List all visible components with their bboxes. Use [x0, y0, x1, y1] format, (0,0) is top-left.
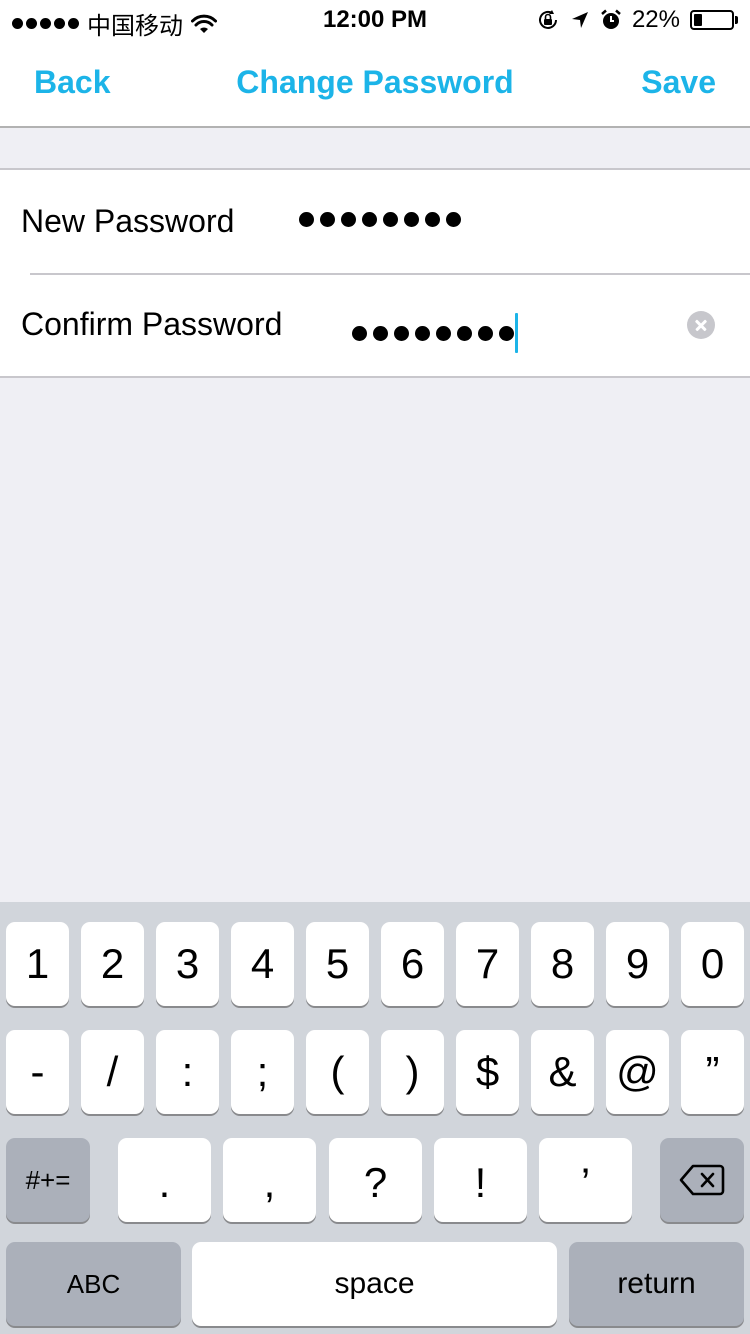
key-label: 0	[700, 940, 725, 987]
password-dot	[383, 212, 398, 227]
key-label: /	[106, 1048, 119, 1095]
key[interactable]: 2	[81, 922, 144, 1006]
key-label: 3	[175, 940, 200, 987]
key[interactable]: ’	[539, 1138, 632, 1222]
abc-key[interactable]: ABC	[6, 1242, 181, 1326]
key-label: $	[475, 1048, 500, 1095]
battery-percent: 22%	[631, 6, 680, 33]
key-label: 5	[325, 940, 350, 987]
password-dot	[415, 325, 430, 341]
password-form: New Password Confirm Password	[0, 168, 750, 378]
key[interactable]: ?	[329, 1138, 422, 1222]
symbols-toggle-key[interactable]: #+=	[6, 1138, 90, 1222]
password-dot	[446, 212, 461, 227]
new-password-row[interactable]: New Password	[0, 170, 750, 273]
password-dot	[404, 212, 419, 227]
confirm-password-row[interactable]: Confirm Password	[0, 273, 750, 376]
password-dot	[394, 325, 409, 341]
key[interactable]: .	[118, 1138, 211, 1222]
password-dot	[373, 325, 388, 341]
key[interactable]: ;	[231, 1030, 294, 1114]
location-arrow-icon	[571, 12, 588, 28]
key-label: )	[405, 1048, 420, 1095]
key[interactable]: ”	[681, 1030, 744, 1114]
password-dot	[320, 212, 335, 227]
key-label: 2	[100, 940, 125, 987]
password-dot	[478, 325, 493, 341]
confirm-password-field[interactable]	[352, 313, 518, 353]
key-label: !	[474, 1159, 487, 1206]
key-label: ,	[263, 1159, 276, 1206]
key[interactable]: /	[81, 1030, 144, 1114]
clear-text-icon[interactable]	[687, 311, 715, 339]
key[interactable]: &	[531, 1030, 594, 1114]
key-label: -	[30, 1048, 45, 1095]
keyboard: 1 2 3 4 5 6 7 8 9 0 - /:; () $ & @ ” #+= .,?! ’ ABC spac…	[0, 902, 750, 1334]
key-label: 7	[475, 940, 500, 987]
backspace-icon	[679, 1164, 725, 1196]
key[interactable]: -	[6, 1030, 69, 1114]
orientation-lock-icon	[538, 10, 557, 29]
key-label: &	[548, 1048, 577, 1095]
key-label: (	[330, 1048, 345, 1095]
status-bar: 中国移动 12:00 PM 22%	[0, 0, 750, 40]
password-dot	[425, 212, 440, 227]
key[interactable]: 8	[531, 922, 594, 1006]
key[interactable]: 4	[231, 922, 294, 1006]
page-title: Change Password	[236, 64, 514, 100]
key[interactable]: )	[381, 1030, 444, 1114]
return-key[interactable]: return	[569, 1242, 744, 1326]
battery-icon	[690, 10, 738, 30]
password-dot	[499, 325, 514, 341]
key-label: 6	[400, 940, 425, 987]
key[interactable]: $	[456, 1030, 519, 1114]
space-label: space	[334, 1267, 415, 1300]
navigation-bar: Back Change Password Save	[0, 40, 750, 128]
key[interactable]: :	[156, 1030, 219, 1114]
delete-key[interactable]	[660, 1138, 744, 1222]
password-dot	[436, 325, 451, 341]
key[interactable]: (	[306, 1030, 369, 1114]
key[interactable]: 7	[456, 922, 519, 1006]
save-button[interactable]: Save	[641, 64, 716, 101]
key[interactable]: 0	[681, 922, 744, 1006]
key-label: ?	[363, 1159, 388, 1206]
key[interactable]: 3	[156, 922, 219, 1006]
key[interactable]: @	[606, 1030, 669, 1114]
key-label: 8	[550, 940, 575, 987]
alarm-icon	[601, 9, 621, 29]
abc-label: ABC	[66, 1268, 121, 1299]
password-dot	[299, 212, 314, 227]
key[interactable]: 6	[381, 922, 444, 1006]
space-key[interactable]: space	[192, 1242, 557, 1326]
return-label: return	[617, 1267, 696, 1300]
key-label: ’	[580, 1159, 591, 1206]
key-label: :	[181, 1048, 194, 1095]
key-label: ;	[256, 1048, 269, 1095]
key-label: ”	[705, 1048, 720, 1095]
key-label: @	[616, 1048, 659, 1095]
key[interactable]: !	[434, 1138, 527, 1222]
new-password-label: New Password	[21, 203, 235, 239]
password-dot	[341, 212, 356, 227]
password-dot	[362, 212, 377, 227]
key[interactable]: 1	[6, 922, 69, 1006]
key[interactable]: 9	[606, 922, 669, 1006]
key[interactable]: 5	[306, 922, 369, 1006]
key-label: 4	[250, 940, 275, 987]
key-label: 9	[625, 940, 650, 987]
key[interactable]: ,	[223, 1138, 316, 1222]
text-cursor	[515, 313, 518, 353]
symbols-toggle-label: #+=	[25, 1164, 71, 1195]
password-dot	[352, 325, 367, 341]
password-dot	[457, 325, 472, 341]
key-label: 1	[25, 940, 50, 987]
confirm-password-label: Confirm Password	[21, 306, 283, 342]
new-password-field[interactable]	[299, 212, 461, 227]
key-label: .	[158, 1159, 171, 1206]
